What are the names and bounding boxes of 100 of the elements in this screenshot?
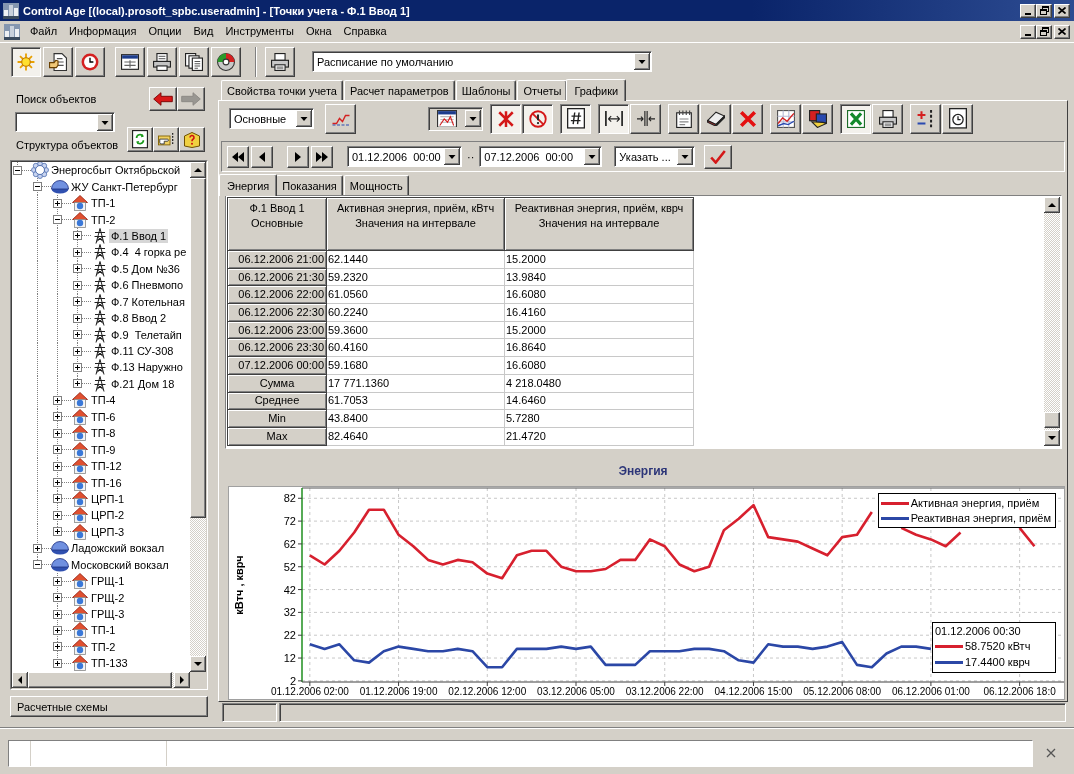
tab[interactable]: Энергия xyxy=(219,174,278,196)
expand-icon[interactable] xyxy=(73,297,82,307)
tree-item[interactable]: Ф.5 Дом №36 xyxy=(109,261,182,276)
tree-item[interactable]: ТП-8 xyxy=(89,426,118,441)
expand-icon[interactable] xyxy=(53,494,62,504)
last-button[interactable] xyxy=(311,145,333,168)
tree-item[interactable]: ТП-16 xyxy=(89,475,124,490)
tree-item[interactable]: ТП-12 xyxy=(89,459,124,474)
tree-item[interactable]: ТП-9 xyxy=(89,442,118,457)
menu-item[interactable]: Справка xyxy=(338,23,392,40)
expand-icon[interactable] xyxy=(53,527,62,537)
next-button[interactable] xyxy=(287,145,309,168)
first-button[interactable] xyxy=(227,145,249,168)
tree-item[interactable]: ГРЩ-1 xyxy=(89,574,127,589)
collapse-icon[interactable] xyxy=(13,165,22,175)
expand-icon[interactable] xyxy=(53,642,62,652)
menu-item[interactable]: Инструменты xyxy=(220,23,299,40)
tree-item[interactable]: ТП-2 xyxy=(89,639,118,654)
expand-icon[interactable] xyxy=(53,593,62,603)
expand-icon[interactable] xyxy=(53,412,62,422)
schedule-dropdown[interactable]: Расписание по умолчанию xyxy=(312,51,652,72)
expand-icon[interactable] xyxy=(73,264,82,274)
chart-type-dropdown[interactable] xyxy=(428,106,483,131)
tree-item[interactable]: Энергосбыт Октябрьской xyxy=(49,163,183,178)
expand-icon[interactable] xyxy=(73,280,82,290)
menu-item[interactable]: Окна xyxy=(301,23,337,40)
tree-item[interactable]: Ф.21 Дом 18 xyxy=(109,376,177,391)
expand-icon[interactable] xyxy=(53,445,62,455)
tree-item[interactable]: Ф.1 Ввод 1 xyxy=(109,228,169,243)
restore-button[interactable] xyxy=(1036,3,1052,18)
horizontal-scrollbar[interactable] xyxy=(12,672,190,688)
scroll-right-icon[interactable] xyxy=(174,672,190,688)
expand-icon[interactable] xyxy=(73,362,82,372)
search-dropdown[interactable] xyxy=(15,112,115,132)
tab[interactable]: Графики xyxy=(566,79,627,101)
toolbar-button[interactable] xyxy=(840,103,871,134)
restore-button[interactable] xyxy=(1036,24,1052,39)
close-icon[interactable] xyxy=(1046,748,1056,758)
expand-icon[interactable] xyxy=(73,330,82,340)
tab[interactable]: Показания xyxy=(276,175,343,195)
tab[interactable]: Свойства точки учета xyxy=(221,80,343,100)
expand-icon[interactable] xyxy=(53,510,62,520)
expand-icon[interactable] xyxy=(73,231,82,241)
tree-item[interactable]: Ф.8 Ввод 2 xyxy=(109,311,169,326)
toolbar-button[interactable] xyxy=(490,103,521,134)
tree-item[interactable]: ТП-6 xyxy=(89,409,118,424)
toolbar-button[interactable] xyxy=(560,103,591,134)
tree-item[interactable]: Ладожский вокзал xyxy=(69,541,167,556)
expand-icon[interactable] xyxy=(53,461,62,471)
tree-item[interactable]: ГРЩ-2 xyxy=(89,590,127,605)
scroll-up-icon[interactable] xyxy=(190,162,206,178)
expand-icon[interactable] xyxy=(73,379,82,389)
vertical-scrollbar[interactable] xyxy=(190,162,206,672)
tree-item[interactable]: Московский вокзал xyxy=(69,557,171,572)
tree-item[interactable]: Ф.7 Котельная xyxy=(109,294,187,309)
tree-item[interactable]: ТП-1 xyxy=(89,196,118,211)
expand-icon[interactable] xyxy=(53,198,62,208)
tree-item[interactable]: Ф.13 Наружно xyxy=(109,360,185,375)
back-button[interactable] xyxy=(149,87,177,111)
tree-item[interactable]: ТП-1 xyxy=(89,623,118,638)
view-dropdown[interactable]: Основные xyxy=(229,108,314,129)
tree-item[interactable]: ГРЩ-3 xyxy=(89,607,127,622)
close-button[interactable] xyxy=(1054,24,1070,39)
expand-icon[interactable] xyxy=(53,609,62,619)
tree-item[interactable]: ЦРП-3 xyxy=(89,524,127,539)
expand-icon[interactable] xyxy=(33,543,42,553)
minimize-button[interactable] xyxy=(1020,3,1036,18)
collapse-icon[interactable] xyxy=(33,182,42,192)
date-to-dropdown[interactable]: 07.12.2006 00:00 xyxy=(479,146,603,167)
expand-icon[interactable] xyxy=(73,346,82,356)
menu-item[interactable]: Вид xyxy=(188,23,219,40)
tab[interactable]: Мощность xyxy=(343,175,409,195)
tool-button[interactable] xyxy=(153,127,179,152)
toolbar-button[interactable] xyxy=(11,47,41,77)
tree-item[interactable]: ТП-2 xyxy=(89,212,118,227)
tree-item[interactable]: ТП-4 xyxy=(89,393,118,408)
tree-item[interactable]: Ф.4 4 горка ре xyxy=(109,245,189,260)
tool-button[interactable] xyxy=(127,127,153,152)
tab[interactable]: Отчеты xyxy=(517,80,568,100)
scrollbar-thumb[interactable] xyxy=(28,672,172,688)
expand-icon[interactable] xyxy=(53,576,62,586)
minimize-button[interactable] xyxy=(1020,24,1036,39)
expand-icon[interactable] xyxy=(53,395,62,405)
tree-item[interactable]: ЦРП-2 xyxy=(89,508,127,523)
tab[interactable]: Шаблоны xyxy=(455,80,517,100)
apply-button[interactable] xyxy=(704,144,733,169)
scroll-down-icon[interactable] xyxy=(190,656,206,672)
tree-item[interactable]: ЦРП-1 xyxy=(89,491,127,506)
tree-item[interactable]: ЖУ Санкт-Петербург xyxy=(69,179,180,194)
expand-icon[interactable] xyxy=(53,658,62,668)
date-from-dropdown[interactable]: 01.12.2006 00:00 xyxy=(347,146,462,167)
vertical-scrollbar[interactable] xyxy=(1044,197,1060,446)
tree-item[interactable]: Ф.6 Пневмопо xyxy=(109,278,186,293)
tree-item[interactable]: Ф.11 СУ-308 xyxy=(109,344,176,359)
expand-icon[interactable] xyxy=(73,313,82,323)
close-button[interactable] xyxy=(1054,3,1070,18)
expand-icon[interactable] xyxy=(73,247,82,257)
toolbar-button[interactable] xyxy=(522,103,553,134)
tab[interactable]: Расчет параметров xyxy=(343,80,455,100)
scrollbar-thumb[interactable] xyxy=(1044,412,1060,428)
